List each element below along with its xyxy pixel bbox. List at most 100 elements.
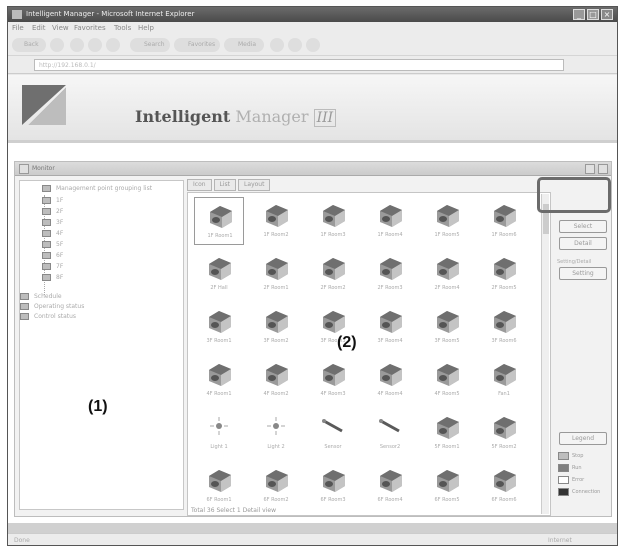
unit-icon-tile[interactable]: Light 1 — [194, 409, 244, 457]
tree-item[interactable]: 7F — [56, 263, 63, 270]
unit-icon-tile[interactable]: 3F Room2 — [251, 303, 301, 351]
unit-icon-tile[interactable]: 6F Room1 — [194, 462, 244, 510]
history-button[interactable] — [270, 38, 284, 52]
menu-file[interactable]: File — [12, 24, 24, 32]
forward-button[interactable] — [50, 38, 64, 52]
tab-list[interactable]: List — [213, 179, 237, 191]
unit-icon-tile[interactable]: 4F Room5 — [422, 356, 472, 404]
tree-item[interactable]: 5F — [56, 241, 63, 248]
panel-close-icon[interactable] — [598, 164, 608, 174]
unit-icon-tile[interactable]: Fan1 — [479, 356, 529, 404]
air-conditioner-icon — [209, 258, 231, 280]
unit-icon-tile[interactable]: 3F Room1 — [194, 303, 244, 351]
unit-icon-tile[interactable]: 6F Room6 — [479, 462, 529, 510]
tree-item[interactable]: Operating status — [34, 303, 84, 310]
unit-icon-tile[interactable]: 2F Room2 — [308, 250, 358, 298]
unit-icon-tile[interactable]: 3F Room5 — [422, 303, 472, 351]
unit-icon-tile[interactable]: 2F Room3 — [365, 250, 415, 298]
unit-icon-tile[interactable]: 3F Room6 — [479, 303, 529, 351]
tree-node-icon — [42, 219, 51, 226]
unit-icon-tile[interactable]: 5F Room2 — [479, 409, 529, 457]
tree-item[interactable]: Management point grouping list — [56, 185, 152, 192]
stop-button[interactable] — [70, 38, 84, 52]
unit-label: 5F Room2 — [491, 444, 517, 450]
unit-label: 2F Room3 — [377, 285, 403, 291]
unit-icon-tile[interactable]: Light 2 — [251, 409, 301, 457]
tree-item[interactable]: 3F — [56, 219, 63, 226]
air-conditioner-icon — [437, 311, 459, 333]
panel-help-icon[interactable] — [585, 164, 595, 174]
unit-label: 2F Room4 — [434, 285, 460, 291]
grid-scrollbar[interactable] — [541, 194, 549, 514]
unit-label: Fan1 — [498, 391, 510, 397]
unit-icon-tile[interactable]: 6F Room2 — [251, 462, 301, 510]
detail-button[interactable]: Detail — [559, 237, 607, 250]
print-button[interactable] — [306, 38, 320, 52]
setting-button[interactable]: Setting — [559, 267, 607, 280]
menu-view[interactable]: View — [52, 24, 69, 32]
unit-icon-tile[interactable]: 1F Room2 — [251, 197, 301, 245]
legend-connection-swatch — [558, 488, 569, 496]
unit-label: 6F Room2 — [263, 497, 289, 503]
unit-label: 4F Room3 — [320, 391, 346, 397]
air-conditioner-icon — [266, 311, 288, 333]
unit-icon-tile[interactable]: 1F Room6 — [479, 197, 529, 245]
tree-node-icon — [42, 252, 51, 259]
unit-icon-tile[interactable]: 6F Room5 — [422, 462, 472, 510]
unit-label: 2F Room5 — [491, 285, 517, 291]
maximize-button[interactable]: □ — [587, 9, 599, 20]
tab-icon[interactable]: Icon — [187, 179, 212, 191]
unit-icon-tile[interactable]: 6F Room3 — [308, 462, 358, 510]
tree-item[interactable]: 8F — [56, 274, 63, 281]
unit-label: 3F Room4 — [377, 338, 403, 344]
address-field[interactable]: http://192.168.0.1/ — [34, 59, 564, 71]
home-button[interactable] — [106, 38, 120, 52]
refresh-button[interactable] — [88, 38, 102, 52]
unit-label: 6F Room3 — [320, 497, 346, 503]
menu-help[interactable]: Help — [138, 24, 154, 32]
unit-icon-tile[interactable]: 1F Room1 — [194, 197, 244, 245]
tree-item[interactable]: Control status — [34, 313, 76, 320]
air-conditioner-icon — [323, 205, 345, 227]
menu-tools[interactable]: Tools — [114, 24, 131, 32]
unit-icon-tile[interactable]: 5F Room1 — [422, 409, 472, 457]
mail-button[interactable] — [288, 38, 302, 52]
unit-label: 3F Room2 — [263, 338, 289, 344]
close-button[interactable]: × — [601, 9, 613, 20]
unit-icon-tile[interactable]: 4F Room3 — [308, 356, 358, 404]
select-button[interactable]: Select — [559, 220, 607, 233]
unit-icon-tile[interactable]: 4F Room1 — [194, 356, 244, 404]
air-conditioner-icon — [494, 311, 516, 333]
menu-edit[interactable]: Edit — [32, 24, 46, 32]
air-conditioner-icon — [437, 364, 459, 386]
tree-item[interactable]: 6F — [56, 252, 63, 259]
tree-item[interactable]: 4F — [56, 230, 63, 237]
air-conditioner-icon — [380, 311, 402, 333]
title-bar: Intelligent Manager - Microsoft Internet… — [8, 7, 617, 22]
unit-icon-tile[interactable]: 1F Room5 — [422, 197, 472, 245]
menu-favorites[interactable]: Favorites — [74, 24, 106, 32]
tab-layout[interactable]: Layout — [238, 179, 271, 191]
unit-icon-tile[interactable]: 6F Room4 — [365, 462, 415, 510]
unit-icon-tile[interactable]: Sensor — [308, 409, 358, 457]
unit-icon-tile[interactable]: 1F Room3 — [308, 197, 358, 245]
unit-icon-tile[interactable]: 4F Room4 — [365, 356, 415, 404]
unit-icon-tile[interactable]: 3F Room4 — [365, 303, 415, 351]
unit-icon-tile[interactable]: Sensor2 — [365, 409, 415, 457]
minimize-button[interactable]: _ — [573, 9, 585, 20]
sensor-icon — [379, 419, 400, 433]
legend-run-swatch — [558, 464, 569, 472]
air-conditioner-icon — [209, 364, 231, 386]
unit-icon-tile[interactable]: 4F Room2 — [251, 356, 301, 404]
tree-item[interactable]: Schedule — [34, 293, 62, 300]
unit-icon-tile[interactable]: 2F Room1 — [251, 250, 301, 298]
legend-button[interactable]: Legend — [559, 432, 607, 445]
air-conditioner-icon — [323, 258, 345, 280]
air-conditioner-icon — [380, 364, 402, 386]
unit-icon-tile[interactable]: 2F Hall — [194, 250, 244, 298]
tree-item[interactable]: 2F — [56, 208, 63, 215]
unit-icon-tile[interactable]: 1F Room4 — [365, 197, 415, 245]
tree-item[interactable]: 1F — [56, 197, 63, 204]
unit-icon-tile[interactable]: 2F Room4 — [422, 250, 472, 298]
unit-icon-tile[interactable]: 2F Room5 — [479, 250, 529, 298]
